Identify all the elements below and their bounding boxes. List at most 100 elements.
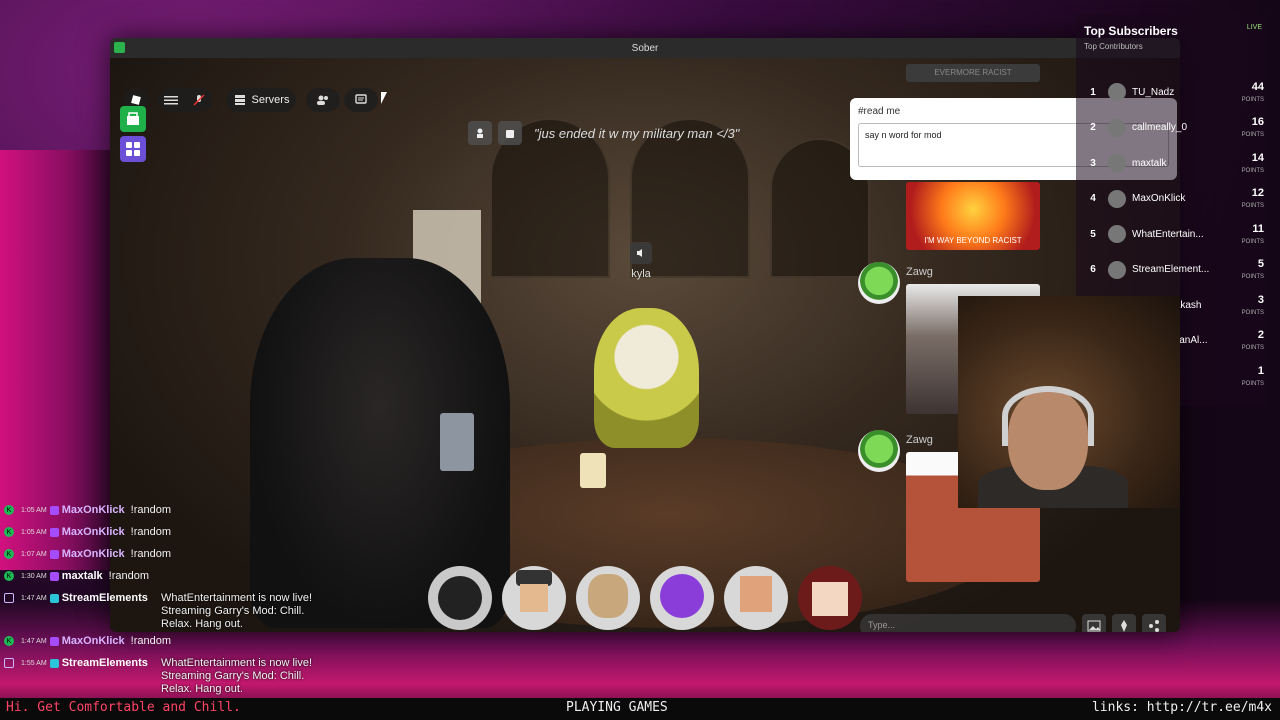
mic-muted-icon[interactable] [192,93,206,107]
live-indicator: LIVE [1246,24,1262,31]
mouse-cursor [381,92,393,104]
menu-group [158,88,212,112]
zawg-name: Zawg [906,434,933,446]
backpack-icon [506,130,514,138]
leaderboard-name: maxtalk [1132,157,1167,169]
boost-button[interactable] [1112,614,1136,632]
kick-icon: K [4,505,14,515]
chat-time: 1:05 AM [21,528,47,536]
leaderboard-points: 14 POINTS [1224,152,1264,175]
chat-username: StreamElements [61,592,148,604]
apps-button[interactable] [120,136,146,162]
share-icon [1149,620,1159,632]
roblox-logo-icon [131,95,141,105]
announcement-line: WhatEntertainment is now live! [161,657,313,669]
meme-caption: I'M WAY BEYOND RACIST [924,236,1022,245]
kick-icon: K [4,636,14,646]
shop-button[interactable] [120,106,146,132]
announcement-line: WhatEntertainment is now live! [161,592,313,604]
points-label: POINTS [1241,203,1264,209]
hamburger-icon[interactable] [164,93,178,107]
leaderboard-title: Top Subscribers [1084,24,1178,38]
avatar [1108,154,1126,172]
meme-goku: I'M WAY BEYOND RACIST [906,182,1040,250]
voice-avatar-bar [428,566,862,630]
chat-username: maxtalk [61,570,103,582]
image-button[interactable] [1082,614,1106,632]
chat-message: K 1:47 AM MaxOnKlick !random [4,633,171,649]
leaderboard-rank: 4 [1090,193,1096,204]
leaderboard-points: 5 POINTS [1224,258,1264,281]
chat-message: K 1:07 AM MaxOnKlick !random [4,546,171,562]
leaderboard-points: 11 POINTS [1224,223,1264,246]
chat-text: !random [130,504,172,516]
ticker-links: links: http://tr.ee/m4x [1091,700,1272,715]
user-badge-icon [49,571,59,581]
avatar[interactable] [576,566,640,630]
meme-top-caption: EVERMORE RACIST [934,68,1012,77]
sober-app-icon [114,42,125,53]
frog-hood-avatar [594,308,699,448]
user-badge-icon [49,527,59,537]
chat-input[interactable]: Type... [860,614,1076,632]
points-label: POINTS [1241,345,1264,351]
leaderboard-rank: 1 [1090,86,1096,98]
avatar[interactable] [502,566,566,630]
points-value: 2 [1257,329,1264,341]
rocket-icon [1121,620,1127,632]
leaderboard-rank: 2 [1090,122,1096,133]
leaderboard-subtitle: Top Contributors [1084,42,1143,51]
share-button[interactable] [1142,614,1166,632]
chat-text: !random [130,526,172,538]
points-label: POINTS [1241,274,1264,280]
avatar [1108,118,1126,137]
shop-icon [127,112,139,125]
leaderboard-name: callmeally_0 [1132,122,1188,133]
chat-time: 1:05 AM [21,506,47,514]
chat-username: MaxOnKlick [61,635,125,647]
chat-time: 1:55 AM [21,659,47,667]
zawg-post: Zawg [858,262,933,304]
user-badge-icon [49,593,59,603]
twitch-icon [4,658,14,668]
servers-button[interactable]: Servers [226,88,296,112]
friends-button[interactable] [306,88,340,112]
emote-button[interactable] [468,121,492,145]
emote-icon [477,128,483,138]
server-list-icon [234,95,245,105]
window-title: Sober [631,42,659,54]
leaderboard-name: TU_Nadz [1132,86,1175,98]
avatar[interactable] [724,566,788,630]
chat-toggle-button[interactable] [344,88,378,112]
avatar [1108,189,1126,208]
announcement-line: Relax. Hang out. [161,618,243,630]
points-label: POINTS [1241,96,1264,103]
chat-message: K 1:05 AM MaxOnKlick !random [4,502,171,518]
window-titlebar[interactable]: Sober [110,38,1180,58]
chat-input-placeholder: Type... [868,620,896,630]
points-value: 11 [1252,222,1264,235]
points-value: 16 [1251,116,1264,128]
backpack-button[interactable] [498,121,522,145]
user-badge-icon [49,658,59,668]
speaker-icon [630,242,652,264]
chat-username: MaxOnKlick [61,548,125,560]
points-value: 1 [1257,364,1264,377]
avatar[interactable] [798,566,862,630]
chat-bubble-text: "jus ended it w my military man </3" [534,125,740,141]
candle [580,453,606,488]
chat-icon [355,94,367,104]
leaderboard-name: StreamElement... [1132,264,1210,275]
points-label: POINTS [1241,238,1264,245]
cup [440,413,474,471]
chat-time: 1:07 AM [21,550,47,558]
points-value: 14 [1251,151,1264,164]
avatar [1108,260,1126,279]
avatar[interactable] [428,566,492,630]
friends-icon [317,95,328,105]
avatar[interactable] [650,566,714,630]
ticker-status: PLAYING GAMES [566,700,668,715]
leaderboard-points: 2 POINTS [1224,329,1264,352]
leaderboard-points: 44 POINTS [1224,81,1264,104]
leaderboard-row: 3 maxtalk 14 POINTS [1084,147,1264,179]
